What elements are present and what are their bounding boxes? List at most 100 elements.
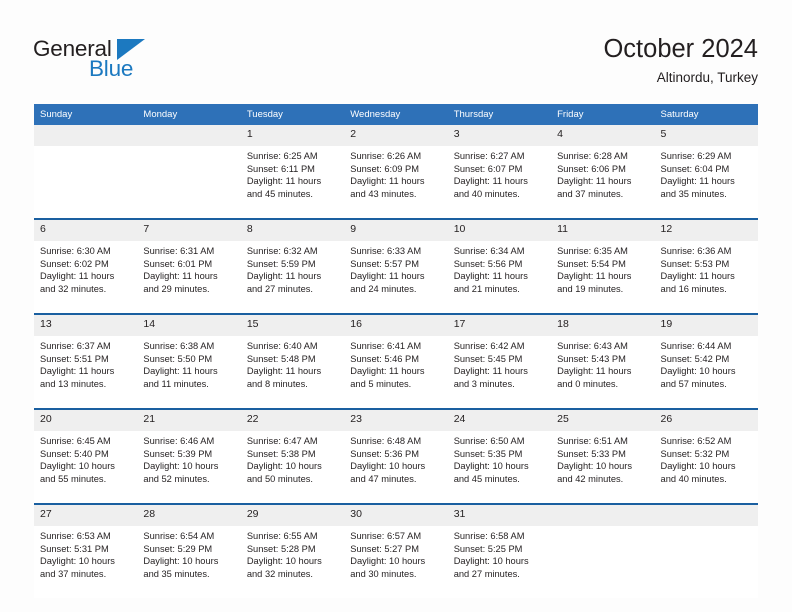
- daylight-text-line2: and 32 minutes.: [246, 568, 313, 579]
- week-1-details: Sunrise: 6:25 AM Sunset: 6:11 PM Dayligh…: [34, 146, 758, 218]
- daylight-text-line1: Daylight: 10 hours: [40, 556, 115, 567]
- calendar-table: Sunday Monday Tuesday Wednesday Thursday…: [34, 104, 758, 598]
- day-cell: Sunrise: 6:55 AM Sunset: 5:28 PM Dayligh…: [240, 526, 345, 598]
- daylight-text-line2: and 40 minutes.: [453, 188, 520, 199]
- sunset-text: Sunset: 5:25 PM: [453, 543, 523, 554]
- week-4-daynumbers: 20 21 22 23 24 25 26: [34, 410, 758, 431]
- day-number: 19: [654, 315, 758, 336]
- daylight-text-line1: Daylight: 11 hours: [660, 271, 735, 282]
- sunrise-text: Sunrise: 6:29 AM: [660, 151, 732, 161]
- day-number: 5: [654, 125, 758, 146]
- day-number: 17: [447, 315, 552, 336]
- day-cell: Sunrise: 6:33 AM Sunset: 5:57 PM Dayligh…: [344, 241, 448, 313]
- sunset-text: Sunset: 6:02 PM: [40, 258, 109, 269]
- daylight-text-line1: Daylight: 11 hours: [453, 271, 528, 282]
- daylight-text-line1: Daylight: 10 hours: [453, 461, 529, 472]
- daylight-text-line2: and 0 minutes.: [557, 378, 619, 389]
- daylight-text-line1: Daylight: 10 hours: [660, 461, 736, 472]
- column-header-monday: Monday: [137, 104, 241, 125]
- day-cell: Sunrise: 6:51 AM Sunset: 5:33 PM Dayligh…: [551, 431, 655, 503]
- day-cell: Sunrise: 6:41 AM Sunset: 5:46 PM Dayligh…: [344, 336, 448, 408]
- sunset-text: Sunset: 5:39 PM: [143, 448, 213, 459]
- day-cell: Sunrise: 6:36 AM Sunset: 5:53 PM Dayligh…: [654, 241, 758, 313]
- day-number: 8: [240, 220, 345, 241]
- day-number: 2: [344, 125, 448, 146]
- day-number: 27: [34, 505, 138, 526]
- daylight-text-line1: Daylight: 11 hours: [246, 176, 322, 187]
- day-number: 4: [551, 125, 655, 146]
- sunset-text: Sunset: 5:33 PM: [557, 448, 626, 459]
- sunset-text: Sunset: 5:36 PM: [350, 448, 419, 459]
- day-number: 20: [34, 410, 138, 431]
- day-number: [654, 505, 758, 526]
- daylight-text-line1: Daylight: 10 hours: [143, 461, 219, 472]
- sunrise-text: Sunrise: 6:58 AM: [453, 531, 525, 541]
- day-cell: [654, 526, 758, 598]
- sunset-text: Sunset: 5:54 PM: [557, 258, 626, 269]
- day-number: [34, 125, 138, 146]
- day-cell: Sunrise: 6:46 AM Sunset: 5:39 PM Dayligh…: [137, 431, 241, 503]
- week-5-daynumbers: 27 28 29 30 31: [34, 505, 758, 526]
- daylight-text-line1: Daylight: 10 hours: [40, 461, 115, 472]
- day-number: 12: [654, 220, 758, 241]
- daylight-text-line1: Daylight: 11 hours: [246, 366, 322, 377]
- day-cell: Sunrise: 6:30 AM Sunset: 6:02 PM Dayligh…: [34, 241, 138, 313]
- generalblue-logo: General Blue: [33, 37, 153, 85]
- daylight-text-line2: and 3 minutes.: [453, 378, 515, 389]
- day-cell: [34, 146, 138, 218]
- daylight-text-line2: and 21 minutes.: [453, 283, 520, 294]
- sunset-text: Sunset: 6:11 PM: [246, 163, 315, 174]
- week-5-details: Sunrise: 6:53 AM Sunset: 5:31 PM Dayligh…: [34, 526, 758, 598]
- day-cell: Sunrise: 6:29 AM Sunset: 6:04 PM Dayligh…: [654, 146, 758, 218]
- daylight-text-line2: and 45 minutes.: [246, 188, 313, 199]
- day-cell: [551, 526, 655, 598]
- day-cell: Sunrise: 6:27 AM Sunset: 6:07 PM Dayligh…: [447, 146, 552, 218]
- sunrise-text: Sunrise: 6:40 AM: [246, 341, 318, 351]
- daylight-text-line1: Daylight: 11 hours: [143, 366, 218, 377]
- sunset-text: Sunset: 6:06 PM: [557, 163, 626, 174]
- sunset-text: Sunset: 5:32 PM: [660, 448, 730, 459]
- day-number: 23: [344, 410, 448, 431]
- day-number: 21: [137, 410, 241, 431]
- daylight-text-line1: Daylight: 11 hours: [40, 366, 115, 377]
- day-number: 11: [551, 220, 655, 241]
- page-header: General Blue October 2024 Altinordu, Tur…: [0, 0, 792, 100]
- daylight-text-line2: and 55 minutes.: [40, 473, 107, 484]
- day-cell: Sunrise: 6:40 AM Sunset: 5:48 PM Dayligh…: [240, 336, 345, 408]
- day-number: 6: [34, 220, 138, 241]
- column-header-wednesday: Wednesday: [344, 104, 448, 125]
- sunset-text: Sunset: 6:09 PM: [350, 163, 419, 174]
- day-number: 25: [551, 410, 655, 431]
- day-number: 22: [240, 410, 345, 431]
- daylight-text-line1: Daylight: 11 hours: [453, 176, 528, 187]
- daylight-text-line2: and 47 minutes.: [350, 473, 417, 484]
- sunrise-text: Sunrise: 6:26 AM: [350, 151, 422, 161]
- daylight-text-line2: and 5 minutes.: [350, 378, 412, 389]
- sunrise-text: Sunrise: 6:54 AM: [143, 531, 215, 541]
- day-cell: Sunrise: 6:26 AM Sunset: 6:09 PM Dayligh…: [344, 146, 448, 218]
- sunset-text: Sunset: 5:59 PM: [246, 258, 316, 269]
- week-4-details: Sunrise: 6:45 AM Sunset: 5:40 PM Dayligh…: [34, 431, 758, 503]
- daylight-text-line2: and 8 minutes.: [246, 378, 308, 389]
- day-number: 28: [137, 505, 241, 526]
- sunrise-text: Sunrise: 6:44 AM: [660, 341, 732, 351]
- sunrise-text: Sunrise: 6:48 AM: [350, 436, 422, 446]
- day-number: 29: [240, 505, 345, 526]
- daylight-text-line1: Daylight: 11 hours: [557, 366, 632, 377]
- day-cell: Sunrise: 6:37 AM Sunset: 5:51 PM Dayligh…: [34, 336, 138, 408]
- daylight-text-line2: and 29 minutes.: [143, 283, 210, 294]
- sunset-text: Sunset: 5:45 PM: [453, 353, 523, 364]
- day-cell: Sunrise: 6:58 AM Sunset: 5:25 PM Dayligh…: [447, 526, 552, 598]
- day-number: 7: [137, 220, 241, 241]
- sunset-text: Sunset: 6:01 PM: [143, 258, 213, 269]
- day-number: 18: [551, 315, 655, 336]
- day-number: 9: [344, 220, 448, 241]
- daylight-text-line2: and 16 minutes.: [660, 283, 727, 294]
- daylight-text-line2: and 45 minutes.: [453, 473, 520, 484]
- sunset-text: Sunset: 5:53 PM: [660, 258, 730, 269]
- sunrise-text: Sunrise: 6:34 AM: [453, 246, 525, 256]
- day-number: 14: [137, 315, 241, 336]
- daylight-text-line1: Daylight: 10 hours: [246, 461, 322, 472]
- sunset-text: Sunset: 5:56 PM: [453, 258, 523, 269]
- daylight-text-line2: and 11 minutes.: [143, 378, 209, 389]
